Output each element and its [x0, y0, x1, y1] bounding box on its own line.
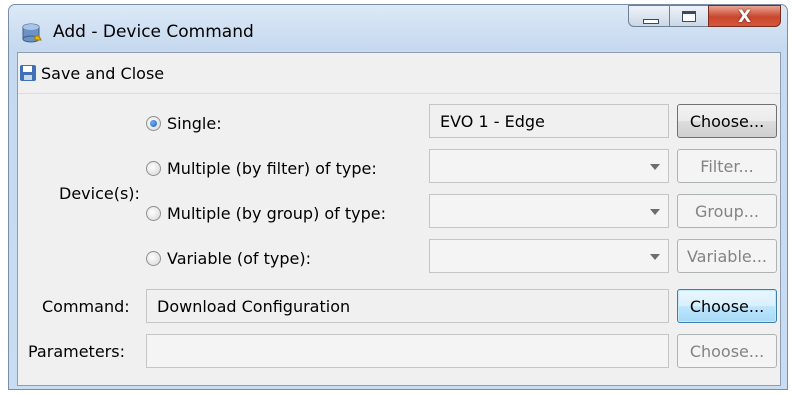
parameters-label: Parameters:: [28, 342, 125, 361]
single-choose-button[interactable]: Choose...: [677, 104, 777, 138]
parameters-field[interactable]: [146, 334, 669, 368]
close-icon: X: [737, 7, 752, 27]
chevron-down-icon: [650, 209, 660, 215]
single-device-field[interactable]: EVO 1 - Edge: [429, 104, 669, 138]
toolbar: Save and Close: [18, 53, 780, 94]
chevron-down-icon: [650, 254, 660, 260]
database-icon: [22, 23, 42, 43]
radio-single-label: Single:: [167, 114, 222, 133]
save-and-close-label: Save and Close: [41, 63, 165, 83]
devices-label: Device(s):: [59, 184, 140, 203]
maximize-button[interactable]: [669, 5, 709, 27]
dialog-body: Save and Close Device(s): Single: EVO 1 …: [17, 52, 781, 386]
filter-button[interactable]: Filter...: [677, 149, 777, 183]
command-choose-button[interactable]: Choose...: [677, 289, 777, 323]
radio-multiple-filter-label: Multiple (by filter) of type:: [167, 159, 377, 178]
command-field[interactable]: Download Configuration: [146, 289, 669, 323]
floppy-disk-icon: [20, 65, 36, 81]
close-button[interactable]: X: [708, 5, 781, 27]
parameters-choose-button[interactable]: Choose...: [677, 334, 777, 368]
group-type-select[interactable]: [429, 194, 669, 228]
radio-single[interactable]: Single:: [146, 114, 222, 133]
radio-variable[interactable]: Variable (of type):: [146, 249, 311, 268]
save-and-close-button[interactable]: Save and Close: [20, 62, 164, 84]
radio-multiple-filter-indicator: [146, 161, 161, 176]
radio-multiple-group-indicator: [146, 206, 161, 221]
radio-multiple-filter[interactable]: Multiple (by filter) of type:: [146, 159, 377, 178]
radio-multiple-group[interactable]: Multiple (by group) of type:: [146, 204, 386, 223]
command-label: Command:: [42, 297, 130, 316]
radio-variable-label: Variable (of type):: [167, 249, 311, 268]
maximize-icon: [682, 11, 696, 22]
dialog-window: Add - Device Command X Save and Close De…: [8, 4, 788, 390]
radio-single-indicator: [146, 116, 161, 131]
chevron-down-icon: [650, 164, 660, 170]
minimize-icon: [643, 19, 659, 24]
variable-button[interactable]: Variable...: [677, 239, 777, 273]
filter-type-select[interactable]: [429, 149, 669, 183]
radio-variable-indicator: [146, 251, 161, 266]
group-button[interactable]: Group...: [677, 194, 777, 228]
variable-type-select[interactable]: [429, 239, 669, 273]
window-title: Add - Device Command: [53, 22, 254, 42]
minimize-button[interactable]: [628, 5, 670, 27]
title-bar[interactable]: Add - Device Command X: [9, 5, 787, 49]
radio-multiple-group-label: Multiple (by group) of type:: [167, 204, 387, 223]
